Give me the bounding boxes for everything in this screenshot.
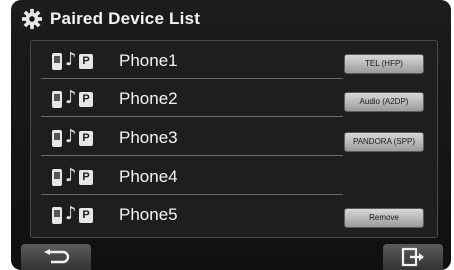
page-title: Paired Device List xyxy=(50,9,201,28)
screen: Paired Device List ♪ P Phone1 ♪ P Phone2 xyxy=(11,0,451,270)
profile-p-icon: P xyxy=(79,170,93,185)
row-divider xyxy=(41,116,343,117)
row-divider xyxy=(41,78,343,79)
music-note-icon: ♪ xyxy=(65,87,77,108)
device-name: Phone1 xyxy=(119,51,178,70)
row-divider xyxy=(41,194,343,195)
exit-button[interactable] xyxy=(383,244,443,270)
header: Paired Device List xyxy=(11,0,451,40)
phone-icon xyxy=(52,207,62,224)
phone-icon xyxy=(52,53,62,70)
row-divider xyxy=(41,155,343,156)
profile-p-icon: P xyxy=(79,92,93,107)
device-icons: ♪ P xyxy=(52,165,102,187)
device-row-phone4[interactable]: ♪ P Phone4 xyxy=(31,159,437,195)
device-name: Phone3 xyxy=(119,128,178,147)
audio-a2dp-button[interactable]: Audio (A2DP) xyxy=(344,92,424,112)
phone-icon xyxy=(52,91,62,108)
device-icons: ♪ P xyxy=(52,126,102,148)
exit-icon xyxy=(401,247,424,267)
music-note-icon: ♪ xyxy=(65,49,77,70)
profile-p-icon: P xyxy=(79,131,93,146)
phone-icon xyxy=(52,130,62,147)
device-name: Phone2 xyxy=(119,89,178,108)
music-note-icon: ♪ xyxy=(65,126,77,147)
music-note-icon: ♪ xyxy=(65,165,77,186)
device-name: Phone5 xyxy=(119,205,178,224)
pandora-spp-button[interactable]: PANDORA (SPP) xyxy=(344,132,424,152)
gear-icon[interactable] xyxy=(21,8,43,30)
back-button[interactable] xyxy=(21,244,91,270)
remove-button[interactable]: Remove xyxy=(344,208,424,228)
footer xyxy=(11,244,451,270)
music-note-icon: ♪ xyxy=(65,203,77,224)
device-icons: ♪ P xyxy=(52,87,102,109)
profile-p-icon: P xyxy=(79,54,93,69)
device-icons: ♪ P xyxy=(52,49,102,71)
profile-p-icon: P xyxy=(79,208,93,223)
back-arrow-icon xyxy=(44,249,70,264)
tel-hfp-button[interactable]: TEL (HFP) xyxy=(344,54,424,74)
phone-icon xyxy=(52,169,62,186)
device-icons: ♪ P xyxy=(52,203,102,225)
device-list: ♪ P Phone1 ♪ P Phone2 ♪ P Phone3 ♪ P Pho… xyxy=(30,40,438,238)
device-name: Phone4 xyxy=(119,167,178,186)
